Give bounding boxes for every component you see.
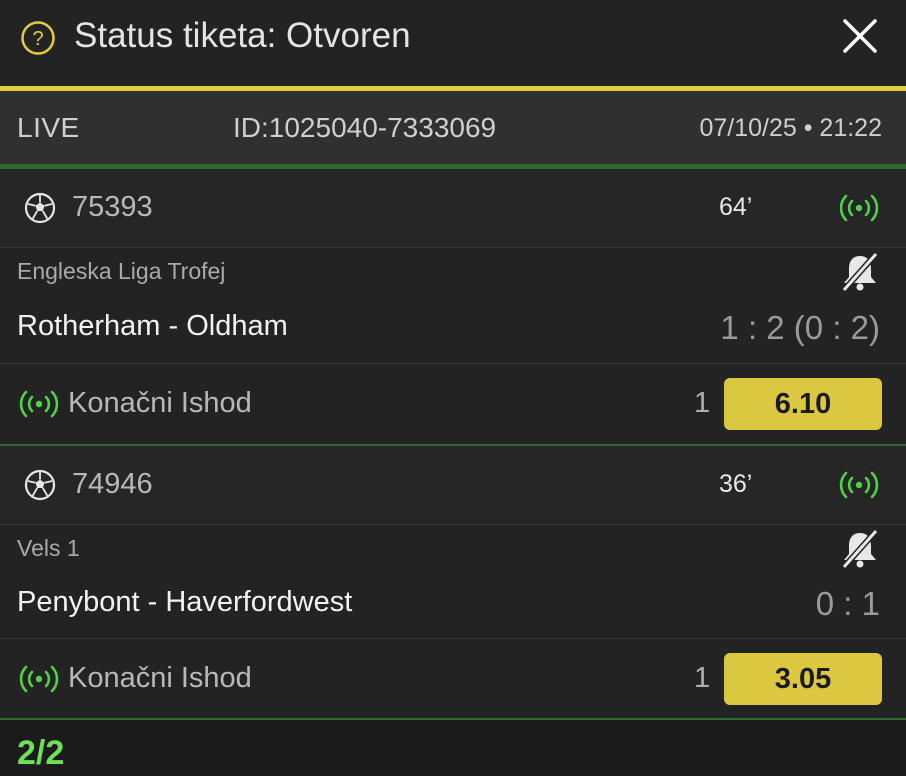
question-circle-icon[interactable]: ? — [20, 20, 56, 56]
event-block: 75393 64’ Engleska Liga Trofej Rotherham… — [0, 169, 906, 444]
event-market: Konačni Ishod — [68, 387, 252, 419]
event-pick: 1 — [694, 387, 711, 419]
event-league: Vels 1 — [17, 535, 80, 561]
ticket-info-row: LIVE ID:1025040-7333069 07/10/25 • 21:22 — [0, 91, 906, 164]
close-icon[interactable] — [842, 18, 878, 54]
footer-bar: 2/2 — [0, 720, 906, 776]
ticket-mode-label: LIVE — [17, 112, 80, 143]
soccer-ball-icon — [24, 192, 56, 224]
event-block: 74946 36’ Vels 1 Penybont - Haverfordwes… — [0, 446, 906, 720]
odds-button[interactable]: 6.10 — [724, 378, 882, 430]
event-league: Engleska Liga Trofej — [17, 258, 226, 284]
ticket-status-page: ? Status tiketa: Otvoren LIVE ID:1025040… — [0, 0, 906, 776]
header-bar: ? Status tiketa: Otvoren — [0, 0, 906, 86]
odds-button[interactable]: 3.05 — [724, 653, 882, 705]
row-divider — [0, 524, 906, 525]
events-count: 2/2 — [17, 734, 65, 772]
row-divider — [0, 247, 906, 248]
page-title: Status tiketa: Otvoren — [74, 16, 411, 55]
svg-text:?: ? — [32, 28, 43, 50]
event-market: Konačni Ishod — [68, 662, 252, 694]
event-minute: 64’ — [719, 193, 753, 221]
event-match: Penybont - Haverfordwest — [17, 586, 353, 618]
event-code: 75393 — [72, 191, 153, 223]
event-score: 0 : 1 — [815, 585, 880, 622]
live-broadcast-icon — [19, 665, 59, 693]
live-broadcast-icon — [19, 390, 59, 418]
live-broadcast-icon — [839, 471, 879, 499]
event-minute: 36’ — [719, 470, 753, 498]
row-divider — [0, 638, 906, 639]
event-code-row: 74946 36’ — [0, 446, 906, 524]
event-pick: 1 — [694, 662, 711, 694]
live-broadcast-icon — [839, 194, 879, 222]
ticket-datetime: 07/10/25 • 21:22 — [699, 114, 882, 142]
soccer-ball-icon — [24, 469, 56, 501]
bell-muted-icon[interactable] — [838, 527, 882, 571]
event-match: Rotherham - Oldham — [17, 310, 288, 342]
bell-muted-icon[interactable] — [838, 250, 882, 294]
ticket-id: ID:1025040-7333069 — [233, 112, 497, 143]
event-score: 1 : 2 (0 : 2) — [720, 309, 880, 346]
row-divider — [0, 363, 906, 364]
event-code-row: 75393 64’ — [0, 169, 906, 247]
event-code: 74946 — [72, 468, 153, 500]
